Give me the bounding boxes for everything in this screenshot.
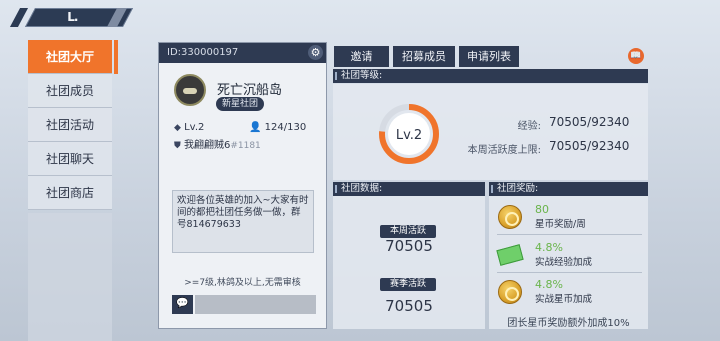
season-activity-tag: 赛季活跃 [380,278,437,291]
side-item-activities[interactable]: 社团活动 [28,108,112,142]
leader-name: 我翩翩贼6 [183,140,231,151]
divider [497,272,642,273]
reward-item: 80 星币奖励/周 [489,199,648,237]
guild-name: 死亡沉船岛 [217,83,283,98]
gear-icon[interactable]: ⚙ [308,45,323,60]
coin-icon [498,280,522,304]
reward-value: 4.8% [535,241,563,254]
tab-applications[interactable]: 申请列表 [459,46,519,67]
level-section: Lv.2 经验: 70505/92340 本周活跃度上限: 70505/9234… [333,84,648,180]
reward-name: 实战星币加成 [535,294,593,305]
side-menu: 社团大厅 社团成员 社团活动 社团聊天 社团商店 [28,40,118,210]
guild-emblem [174,74,206,106]
tab-recruit[interactable]: 招募成员 [393,46,455,67]
level-text: Lv.2 [395,128,423,143]
back-icon: L. [67,10,78,24]
guild-id-header: ID:330000197 ⚙ [159,43,326,63]
side-item-hall[interactable]: 社团大厅 [28,40,118,74]
person-icon: 👤 [249,122,262,133]
guild-rank-badge: 新星社团 [216,97,265,111]
data-section-title: 社团数据: [333,182,485,196]
exp-value: 70505/92340 [549,115,630,129]
weekly-activity-value: 70505 [385,237,433,255]
divider [497,234,642,235]
reward-name: 星币奖励/周 [535,219,586,230]
guild-reward-section: 80 星币奖励/周 4.8% 实战经验加成 4.8% 实战星币加成 [489,196,648,329]
reward-name: 实战经验加成 [535,257,593,268]
tab-invite[interactable]: 邀请 [334,46,389,67]
shield-icon: ⛊ [174,141,181,151]
guild-leader: ⛊ 我翩翩贼6#1181 [174,136,261,151]
reward-item: 4.8% 实战星币加成 [489,274,648,312]
guild-level: ◆ Lv.2 [174,122,204,133]
guild-id: ID:330000197 [167,47,239,58]
side-item-shop[interactable]: 社团商店 [28,176,112,210]
reward-section-title: 社团奖励: [489,182,648,196]
reward-item: 4.8% 实战经验加成 [489,237,648,275]
cash-icon [496,244,524,266]
coin-icon [498,205,522,229]
weekly-limit-value: 70505/92340 [549,139,630,153]
leader-bonus-note: 团长星币奖励额外加成10% [507,318,630,329]
chat-input[interactable] [195,295,316,314]
side-item-chat[interactable]: 社团聊天 [28,142,112,176]
chat-icon[interactable]: 💬 [172,295,193,314]
leader-uid: #1181 [230,141,261,151]
side-item-members[interactable]: 社团成员 [28,74,112,108]
weekly-limit-label: 本周活跃度上限: [467,145,541,156]
level-section-title: 社团等级: [333,69,648,83]
book-icon[interactable]: 📖 [628,48,644,64]
season-activity-value: 70505 [385,297,433,315]
reward-value: 80 [535,203,549,216]
side-menu-filler [28,213,112,341]
level-icon: ◆ [174,123,181,133]
guild-notice: 欢迎各位英雄的加入~大家有时间的都把社团任务做一做，群号814679633 [172,190,314,253]
reward-value: 4.8% [535,278,563,291]
guild-data-section: 本周活跃 70505 赛季活跃 70505 [333,196,485,329]
member-count-text: 124/130 [264,122,307,133]
guild-info-panel: ID:330000197 ⚙ 死亡沉船岛 新星社团 ◆ Lv.2 👤 124/1… [158,42,327,329]
exp-label: 经验: [517,121,541,132]
join-rule: >=7级,林鸽及以上,无需审核 [184,278,301,288]
guild-level-text: Lv.2 [184,122,205,133]
guild-member-count: 👤 124/130 [249,122,306,133]
